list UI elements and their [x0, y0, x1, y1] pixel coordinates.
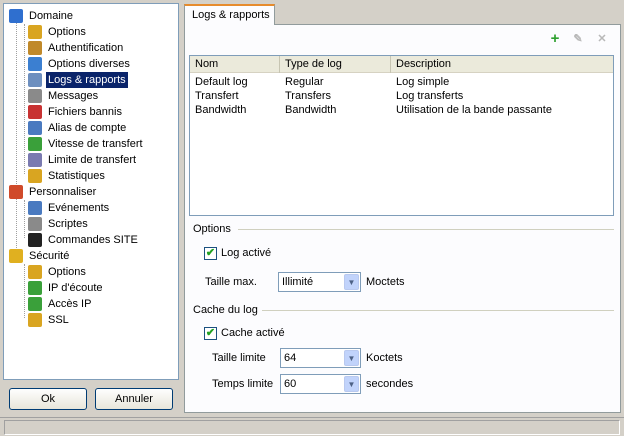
tree-item-label: Personnaliser	[29, 186, 97, 198]
tree-connector	[16, 22, 17, 254]
status-bar	[0, 417, 624, 436]
alias-icon	[28, 121, 42, 135]
key-user-icon	[28, 41, 42, 55]
time-limit-select[interactable]: 60 ▼	[280, 374, 361, 394]
time-limit-label: Temps limite	[212, 378, 274, 390]
tree-connector	[24, 264, 25, 318]
tree-item-label: Commandes SITE	[48, 234, 138, 246]
tree-item-label: Scriptes	[48, 218, 88, 230]
tree-item-label: Evénements	[48, 202, 110, 214]
logs-icon	[28, 73, 42, 87]
size-limit-unit: Koctets	[366, 352, 403, 364]
table-cell[interactable]: Default log	[195, 75, 248, 89]
log-list[interactable]: Nom Type de log Description Default log R…	[189, 55, 614, 216]
log-enabled-label: Log activé	[221, 247, 272, 259]
cancel-button[interactable]: Annuler	[95, 388, 173, 410]
tree-item-label: SSL	[48, 314, 69, 326]
speed-icon	[28, 137, 42, 151]
security-icon	[9, 249, 23, 263]
tree-item-label: Alias de compte	[48, 122, 127, 134]
tree-item-label: Options	[48, 266, 86, 278]
column-header-description[interactable]: Description	[391, 56, 613, 73]
tree-item-label: Fichiers bannis	[48, 106, 122, 118]
size-limit-value: 64	[284, 352, 297, 364]
divider	[262, 310, 614, 311]
table-cell[interactable]: Log simple	[396, 75, 449, 89]
tree-item-label: Messages	[48, 90, 99, 102]
tree-item-label: Options diverses	[48, 58, 130, 70]
tree-item-label: Domaine	[29, 10, 74, 22]
options-icon	[28, 265, 42, 279]
tree-item-label: Logs & rapports	[46, 72, 128, 88]
edit-icon[interactable]: ✎	[570, 31, 586, 47]
cache-enabled-label: Cache activé	[221, 327, 285, 339]
customize-icon	[9, 185, 23, 199]
time-limit-unit: secondes	[366, 378, 414, 390]
tree-item-label: Sécurité	[29, 250, 70, 262]
add-icon[interactable]: +	[547, 31, 563, 47]
stats-icon	[28, 169, 42, 183]
events-icon	[28, 201, 42, 215]
scripts-icon	[28, 217, 42, 231]
ip-access-icon	[28, 297, 42, 311]
status-panel	[4, 420, 620, 435]
tree-item-label: Options	[48, 26, 86, 38]
tree-connector	[24, 200, 25, 238]
max-size-label: Taille max.	[205, 276, 257, 288]
table-cell[interactable]: Bandwidth	[285, 103, 336, 117]
size-limit-label: Taille limite	[212, 352, 266, 364]
limit-icon	[28, 153, 42, 167]
table-cell[interactable]: Transfers	[285, 89, 331, 103]
chevron-down-icon[interactable]: ▼	[344, 350, 359, 366]
time-limit-value: 60	[284, 378, 297, 390]
terminal-icon	[28, 233, 42, 247]
tree-connector	[24, 24, 25, 174]
banned-files-icon	[28, 105, 42, 119]
navigation-tree[interactable]: Domaine Options Authentification Options di…	[3, 3, 179, 380]
messages-icon	[28, 89, 42, 103]
options-group-title: Options	[193, 223, 231, 235]
ssl-key-icon	[28, 313, 42, 327]
max-size-value: Illimité	[282, 276, 314, 288]
table-cell[interactable]: Transfert	[195, 89, 239, 103]
tree-item-label: Vitesse de transfert	[48, 138, 143, 150]
tree-item-label: Accès IP	[48, 298, 92, 310]
table-cell[interactable]: Bandwidth	[195, 103, 246, 117]
tree-item-label: Limite de transfert	[48, 154, 137, 166]
ok-button[interactable]: Ok	[9, 388, 87, 410]
table-cell[interactable]: Utilisation de la bande passante	[396, 103, 552, 117]
tab-logs-rapports[interactable]: Logs & rapports	[184, 4, 275, 25]
tree-item-label: IP d'écoute	[48, 282, 103, 294]
max-size-select[interactable]: Illimité ▼	[278, 272, 361, 292]
domain-icon	[9, 9, 23, 23]
delete-icon[interactable]: ✕	[594, 31, 610, 47]
list-header: Nom Type de log Description	[190, 56, 613, 73]
cache-group-title: Cache du log	[193, 304, 258, 316]
misc-options-icon	[28, 57, 42, 71]
options-icon	[28, 25, 42, 39]
table-cell[interactable]: Log transferts	[396, 89, 463, 103]
column-header-type[interactable]: Type de log	[280, 56, 391, 73]
cache-enabled-checkbox[interactable]: ✔	[204, 327, 217, 340]
tree-item-label: Authentification	[48, 42, 124, 54]
max-size-unit: Moctets	[366, 276, 405, 288]
chevron-down-icon[interactable]: ▼	[344, 274, 359, 290]
divider	[238, 229, 614, 230]
tree-item-label: Statistiques	[48, 170, 105, 182]
size-limit-select[interactable]: 64 ▼	[280, 348, 361, 368]
column-header-name[interactable]: Nom	[190, 56, 280, 73]
ip-listen-icon	[28, 281, 42, 295]
table-cell[interactable]: Regular	[285, 75, 324, 89]
chevron-down-icon[interactable]: ▼	[344, 376, 359, 392]
log-enabled-checkbox[interactable]: ✔	[204, 247, 217, 260]
